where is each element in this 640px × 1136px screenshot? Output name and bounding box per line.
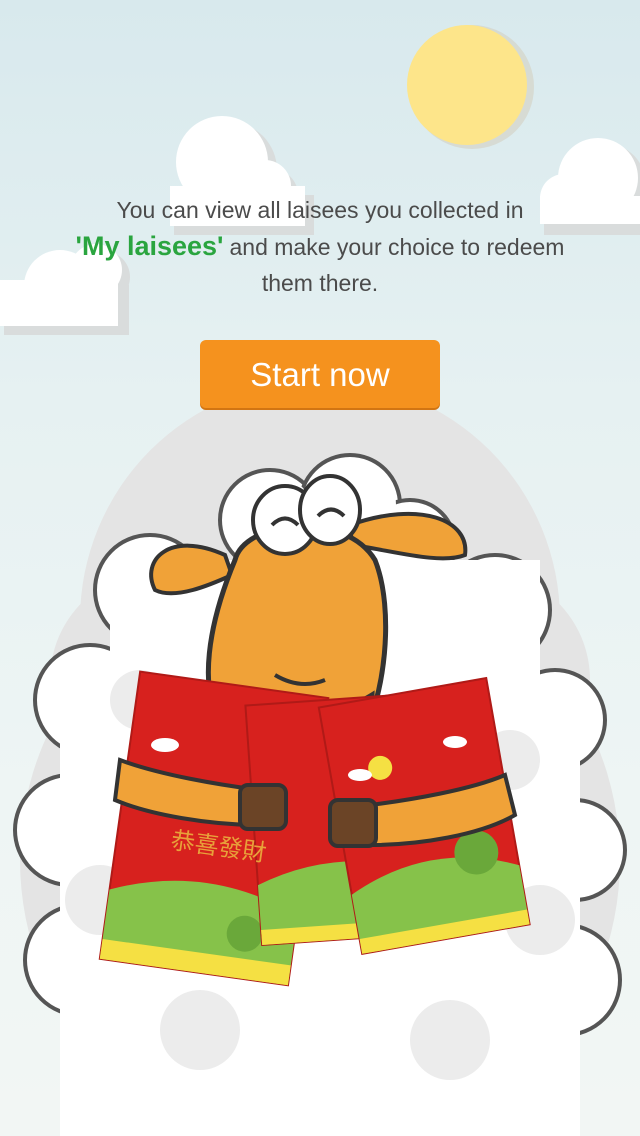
start-now-button[interactable]: Start now xyxy=(200,340,440,408)
sun-icon xyxy=(407,25,534,149)
intro-text: You can view all laisees you collected i… xyxy=(0,192,640,301)
background-scene: 恭喜發財 xyxy=(0,25,640,1136)
intro-line-1: You can view all laisees you collected i… xyxy=(116,197,524,223)
intro-line-3: them there. xyxy=(261,270,379,296)
intro-line-2-rest: and make your choice to redeem xyxy=(229,234,565,260)
my-laisees-highlight: 'My laisees' xyxy=(75,231,224,261)
intro-line-2: 'My laisees' and make your choice to rede… xyxy=(0,228,640,265)
